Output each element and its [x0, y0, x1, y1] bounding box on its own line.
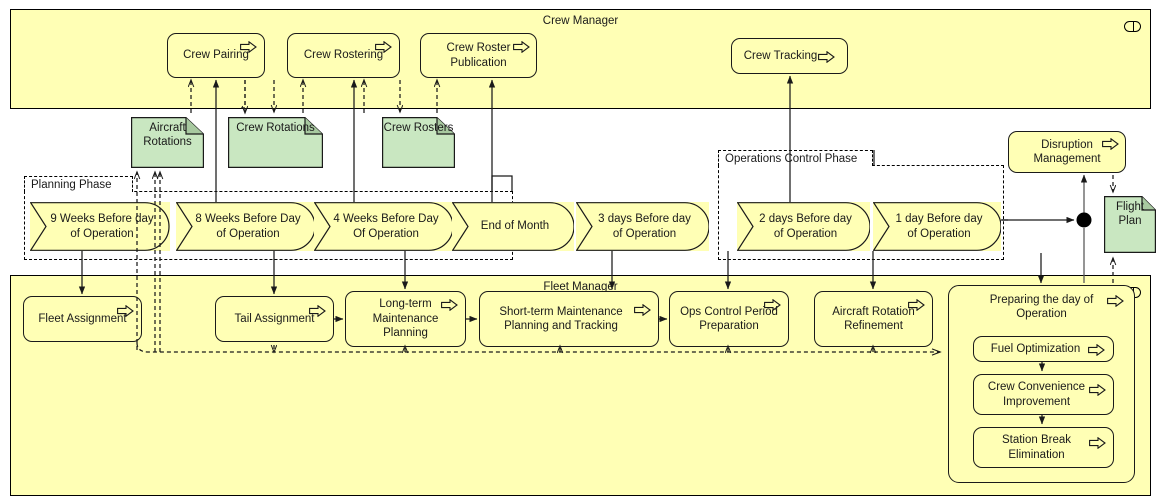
process-arrow-icon — [818, 51, 835, 63]
process-station-break-elimination-label: Station Break Elimination — [1001, 434, 1072, 461]
process-short-term-maintenance-label: Short-term Maintenance Planning and Trac… — [499, 305, 623, 332]
event-1-day-before-label: 1 day Before day of Operation — [895, 213, 983, 240]
artifact-flight-plan[interactable]: Flight Plan — [1104, 196, 1156, 253]
role-icon — [1124, 21, 1141, 32]
process-arrow-icon — [441, 299, 458, 311]
lane-crew-manager-title: Crew Manager — [542, 15, 619, 27]
process-fuel-optimization[interactable]: Fuel Optimization — [973, 336, 1114, 362]
junction-dot — [1076, 212, 1092, 228]
process-arrow-icon — [240, 41, 257, 53]
event-3-days-before-label: 3 days Before day of Operation — [598, 213, 691, 240]
process-crew-rostering[interactable]: Crew Rostering — [287, 33, 400, 78]
artifact-aircraft-rotations-label: Aircraft Rotations — [143, 122, 192, 149]
process-crew-pairing[interactable]: Crew Pairing — [167, 33, 265, 78]
process-station-break-elimination[interactable]: Station Break Elimination — [973, 427, 1114, 468]
artifact-crew-rotations-label: Crew Rotations — [236, 122, 315, 134]
group-ops-control-phase-tab: Operations Control Phase — [718, 150, 873, 166]
event-2-days-before-label: 2 days Before day of Operation — [759, 213, 852, 240]
process-arrow-icon — [1088, 344, 1105, 356]
diagram-canvas: Crew Manager Crew Pairing Crew Rostering… — [0, 0, 1161, 501]
stub-eom-group — [491, 175, 513, 191]
event-end-of-month[interactable]: End of Month — [452, 202, 574, 251]
event-4-weeks-before[interactable]: 4 Weeks Before Day Of Operation — [314, 202, 454, 251]
group-ops-control-phase-label: Operations Control Phase — [725, 153, 858, 165]
process-arrow-icon — [1107, 295, 1124, 307]
event-end-of-month-label: End of Month — [480, 220, 550, 233]
process-fleet-assignment-label: Fleet Assignment — [38, 312, 127, 325]
event-9-weeks-before-label: 9 Weeks Before day of Operation — [50, 213, 154, 240]
process-long-term-maintenance-planning[interactable]: Long-term Maintenance Planning — [345, 291, 466, 347]
artifact-aircraft-rotations[interactable]: Aircraft Rotations — [131, 117, 204, 168]
process-fleet-assignment[interactable]: Fleet Assignment — [23, 296, 142, 342]
process-arrow-icon — [908, 299, 925, 311]
process-arrow-icon — [375, 41, 392, 53]
event-2-days-before[interactable]: 2 days Before day of Operation — [737, 202, 870, 251]
process-crew-convenience-improvement[interactable]: Crew Convenience Improvement — [973, 374, 1114, 415]
process-short-term-maintenance[interactable]: Short-term Maintenance Planning and Trac… — [479, 291, 659, 347]
event-9-weeks-before[interactable]: 9 Weeks Before day of Operation — [30, 202, 170, 251]
process-fuel-optimization-label: Fuel Optimization — [990, 342, 1081, 355]
process-aircraft-rotation-refinement[interactable]: Aircraft Rotation Refinement — [814, 291, 933, 347]
artifact-flight-plan-label: Flight Plan — [1115, 201, 1145, 228]
event-8-weeks-before[interactable]: 8 Weeks Before Day of Operation — [176, 202, 316, 251]
event-4-weeks-before-label: 4 Weeks Before Day Of Operation — [333, 213, 439, 240]
event-1-day-before[interactable]: 1 day Before day of Operation — [873, 202, 1001, 251]
process-arrow-icon — [1089, 384, 1106, 396]
process-arrow-icon — [634, 304, 651, 316]
event-3-days-before[interactable]: 3 days Before day of Operation — [576, 202, 709, 251]
artifact-crew-rosters[interactable]: Crew Rosters — [382, 117, 455, 168]
process-preparing-day-of-operation[interactable]: Preparing the day of Operation Fuel Opti… — [948, 285, 1135, 483]
process-crew-rostering-label: Crew Rostering — [303, 49, 384, 62]
group-planning-phase-tab: Planning Phase — [24, 176, 133, 192]
process-crew-convenience-improvement-label: Crew Convenience Improvement — [987, 381, 1086, 408]
artifact-crew-rosters-label: Crew Rosters — [383, 122, 454, 134]
process-ops-control-period-preparation[interactable]: Ops Control Period Preparation — [669, 291, 789, 347]
process-crew-roster-publication[interactable]: Crew Roster Publication — [420, 33, 537, 78]
event-8-weeks-before-label: 8 Weeks Before Day of Operation — [195, 213, 301, 240]
process-crew-tracking[interactable]: Crew Tracking — [731, 38, 848, 74]
process-tail-assignment-label: Tail Assignment — [234, 312, 315, 325]
process-tail-assignment[interactable]: Tail Assignment — [215, 296, 334, 342]
process-arrow-icon — [764, 299, 781, 311]
artifact-crew-rotations[interactable]: Crew Rotations — [228, 117, 323, 168]
group-planning-phase-label: Planning Phase — [31, 179, 112, 191]
process-arrow-icon — [513, 41, 530, 53]
process-arrow-icon — [309, 305, 326, 317]
process-arrow-icon — [117, 305, 134, 317]
process-disruption-management[interactable]: Disruption Management — [1008, 131, 1126, 173]
process-arrow-icon — [1102, 138, 1119, 150]
process-arrow-icon — [1089, 437, 1106, 449]
